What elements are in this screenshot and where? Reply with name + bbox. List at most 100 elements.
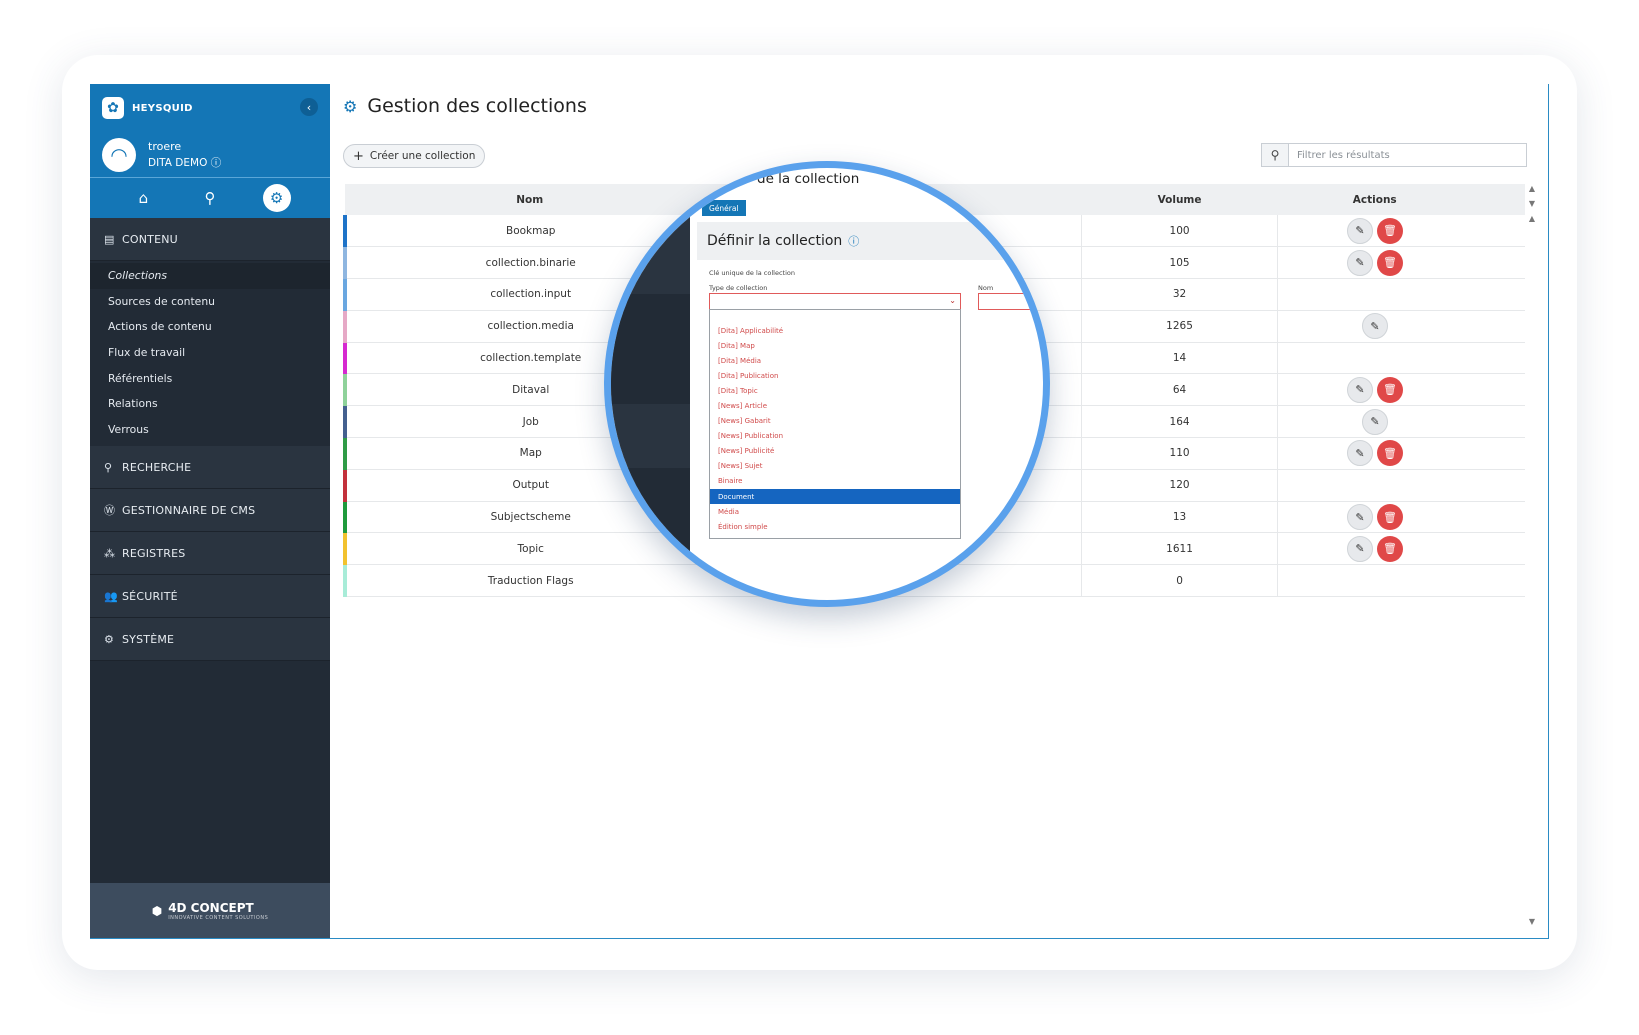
row-actions: ✎: [1276, 310, 1473, 343]
row-volume: 13: [1081, 501, 1278, 534]
row-volume: 110: [1081, 437, 1278, 470]
search-icon[interactable]: ⚲: [196, 184, 224, 212]
delete-icon[interactable]: 🗑: [1376, 504, 1403, 531]
row-volume: 32: [1081, 278, 1278, 311]
brand-bar: ✿ HEYSQUID ‹: [90, 84, 330, 132]
nav-section-securite[interactable]: 👥 SÉCURITÉ: [90, 575, 330, 619]
dropdown-option[interactable]: [Dita] Média: [710, 353, 960, 368]
cube-logo-icon: ⬢: [151, 904, 163, 918]
row-volume: 105: [1081, 246, 1278, 280]
delete-icon[interactable]: 🗑: [1376, 440, 1403, 467]
sidebar-item-repositories[interactable]: Référentiels: [90, 365, 330, 391]
dropdown-option[interactable]: [Dita] Applicabilité: [710, 323, 960, 338]
search-icon[interactable]: ⚲: [1262, 144, 1289, 166]
dropdown-option[interactable]: Média: [710, 504, 960, 519]
delete-icon[interactable]: 🗑: [1376, 376, 1403, 403]
sidebar-item-sources[interactable]: Sources de contenu: [90, 289, 330, 315]
dropdown-option[interactable]: [Dita] Topic: [710, 383, 960, 398]
nav-section-recherche[interactable]: ⚲ RECHERCHE: [90, 446, 330, 490]
info-icon: ⓘ: [848, 235, 860, 248]
collapse-sidebar-button[interactable]: ‹: [300, 98, 318, 116]
filter-search: ⚲: [1261, 143, 1527, 167]
info-icon: ⓘ: [210, 156, 222, 169]
dropdown-option[interactable]: [News] Article: [710, 398, 960, 413]
search-icon: ⚲: [104, 460, 113, 474]
dropdown-option[interactable]: Édition simple: [710, 519, 960, 534]
edit-icon[interactable]: ✎: [1346, 376, 1373, 403]
row-actions: ✎: [1276, 405, 1473, 439]
footer-tagline: INNOVATIVE CONTENT SOLUTIONS: [168, 915, 269, 921]
sidebar-item-workflow[interactable]: Flux de travail: [90, 340, 330, 366]
define-collection-header: Définir la collection ⓘ: [697, 222, 1043, 260]
name-label: Nom: [978, 284, 994, 292]
filter-input[interactable]: [1289, 144, 1526, 166]
edit-icon[interactable]: ✎: [1361, 408, 1388, 435]
row-actions: ✎ 🗑: [1276, 373, 1473, 407]
nav-section-contenu[interactable]: ▤ CONTENU: [90, 218, 330, 261]
row-volume: 14: [1081, 342, 1278, 375]
row-volume: 1265: [1081, 310, 1278, 343]
sidebar-item-actions[interactable]: Actions de contenu: [90, 314, 330, 340]
edit-icon[interactable]: ✎: [1346, 535, 1373, 562]
zoom-magnifier: de la collection Général Définir la coll…: [604, 161, 1050, 607]
tab-general[interactable]: Général: [702, 200, 746, 216]
brand-name: HEYSQUID: [132, 102, 193, 114]
gear-icon: ⚙: [343, 96, 358, 116]
dropdown-option[interactable]: [News] Publication: [710, 429, 960, 444]
column-header-actions: Actions: [1277, 184, 1473, 215]
wordpress-icon: Ⓦ: [104, 504, 116, 518]
row-actions: [1276, 342, 1473, 375]
collection-type-dropdown: [Dita] Applicabilité [Dita] Map [Dita] Méd…: [709, 309, 961, 539]
footer-logo: 4D CONCEPT: [168, 901, 254, 915]
user-panel[interactable]: ◠ troere DITA DEMO ⓘ: [90, 132, 330, 178]
row-actions: [1276, 469, 1473, 502]
dropdown-option[interactable]: [Dita] Publication: [710, 368, 960, 383]
document-icon: ▤: [104, 232, 115, 246]
delete-icon[interactable]: 🗑: [1376, 217, 1403, 244]
dropdown-option[interactable]: Binaire: [710, 474, 960, 489]
scroll-arrows[interactable]: ▲ ▼ ▲: [1529, 181, 1535, 226]
edit-icon[interactable]: ✎: [1346, 440, 1373, 467]
row-actions: [1276, 278, 1473, 311]
nav-subitems: Collections Sources de contenu Actions d…: [90, 261, 330, 447]
row-volume: 100: [1081, 215, 1278, 248]
dropdown-option[interactable]: Document: [710, 489, 960, 505]
chevron-down-icon: ⌄: [949, 296, 956, 305]
registers-icon: ⁂: [104, 546, 116, 560]
row-actions: ✎ 🗑: [1276, 215, 1473, 248]
row-volume: 164: [1081, 405, 1278, 439]
sidebar-item-relations[interactable]: Relations: [90, 391, 330, 417]
nav-section-systeme[interactable]: ⚙ SYSTÈME: [90, 618, 330, 662]
create-collection-button[interactable]: + Créer une collection: [343, 144, 486, 168]
page-title: ⚙ Gestion des collections: [343, 95, 587, 117]
home-icon[interactable]: ⌂: [129, 184, 157, 212]
delete-icon[interactable]: 🗑: [1376, 535, 1403, 562]
row-volume: 120: [1081, 469, 1278, 502]
user-avatar-icon: ◠: [102, 137, 136, 172]
edit-icon[interactable]: ✎: [1346, 249, 1373, 276]
row-volume: 0: [1081, 564, 1278, 598]
edit-icon[interactable]: ✎: [1346, 217, 1373, 244]
scroll-down-arrow[interactable]: ▼: [1529, 917, 1535, 926]
zoom-title-fragment: de la collection: [757, 171, 860, 187]
row-volume: 64: [1081, 373, 1278, 407]
gear-icon[interactable]: ⚙: [262, 184, 291, 212]
edit-icon[interactable]: ✎: [1346, 504, 1373, 531]
dropdown-option[interactable]: [News] Gabarit: [710, 414, 960, 429]
dropdown-option[interactable]: [Dita] Map: [710, 338, 960, 353]
delete-icon[interactable]: 🗑: [1376, 249, 1403, 276]
column-header-volume[interactable]: Volume: [1081, 184, 1278, 215]
sidebar-item-collections[interactable]: Collections: [90, 263, 330, 289]
collection-key-label: Clé unique de la collection: [709, 269, 795, 277]
sidebar-item-locks[interactable]: Verrous: [90, 417, 330, 443]
nav-section-cms[interactable]: Ⓦ GESTIONNAIRE DE CMS: [90, 489, 330, 533]
name-field[interactable]: [978, 293, 1043, 310]
nav-section-registres[interactable]: ⁂ REGISTRES: [90, 532, 330, 576]
collection-type-select[interactable]: ⌄: [709, 293, 961, 310]
edit-icon[interactable]: ✎: [1361, 313, 1388, 340]
quick-actions: ⌂ ⚲ ⚙: [90, 178, 330, 218]
user-org: DITA DEMO: [148, 156, 208, 169]
dropdown-option[interactable]: [News] Sujet: [710, 459, 960, 474]
dropdown-option[interactable]: [News] Publicité: [710, 444, 960, 459]
row-volume: 1611: [1081, 532, 1278, 566]
